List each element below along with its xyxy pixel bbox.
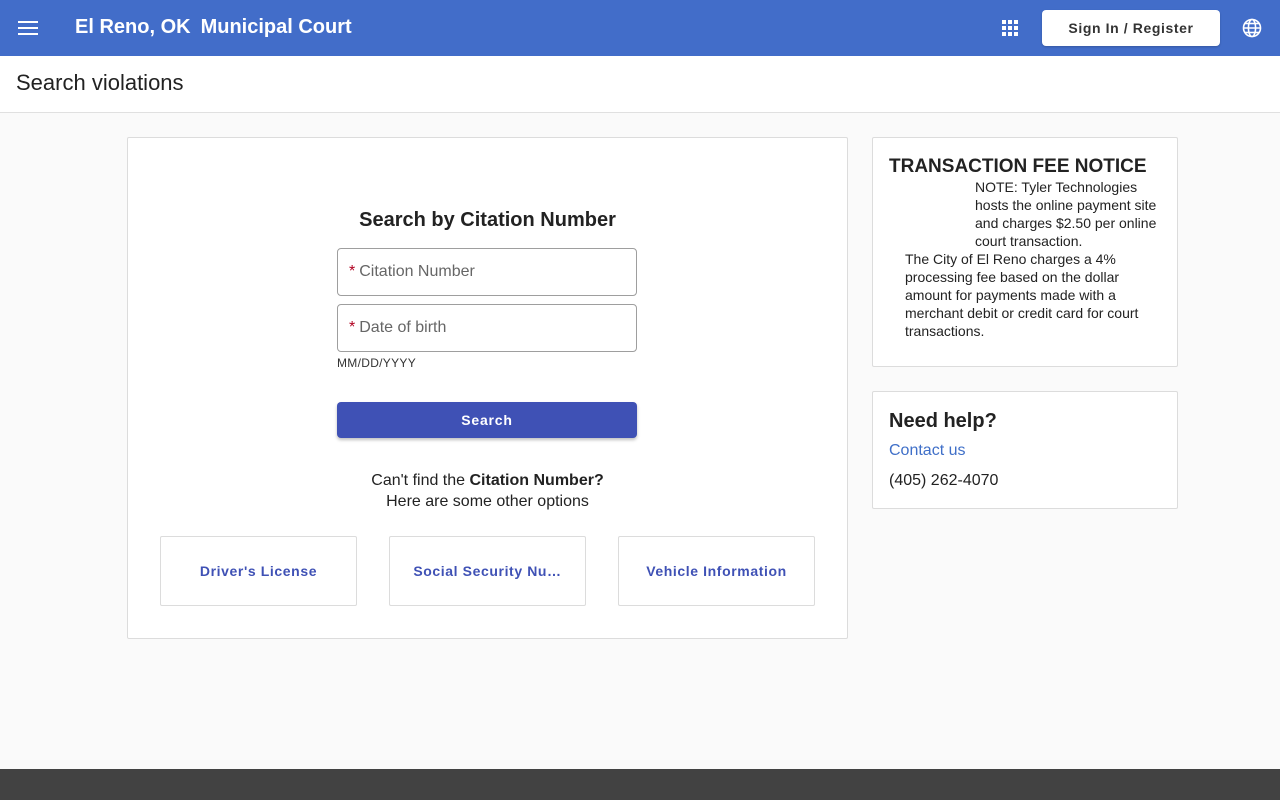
citation-number-field[interactable]: * Citation Number <box>337 248 637 296</box>
page-footer <box>0 769 1280 800</box>
date-of-birth-field[interactable]: * Date of birth <box>337 304 637 352</box>
cant-find-prefix: Can't find the <box>371 472 470 489</box>
option-label: Driver's License <box>199 563 318 579</box>
hamburger-menu-icon[interactable] <box>12 12 44 44</box>
drivers-license-option[interactable]: Driver's License <box>160 536 357 606</box>
app-bar: El Reno, OK Municipal Court Sign In / Reg… <box>0 0 1280 56</box>
option-label: Vehicle Information <box>646 563 787 579</box>
page-title: Search violations <box>16 70 184 95</box>
cant-find-bold: Citation Number? <box>469 472 604 489</box>
help-title: Need help? <box>889 410 997 432</box>
other-options-text: Can't find the Citation Number? Here are… <box>128 470 847 512</box>
court-name: Municipal Court <box>200 16 352 38</box>
globe-icon[interactable] <box>1236 12 1268 44</box>
transaction-fee-notice-card: TRANSACTION FEE NOTICE NOTE: Tyler Techn… <box>872 137 1178 367</box>
citation-search-card: Search by Citation Number * Citation Num… <box>127 137 848 639</box>
option-label: Social Security Nu… <box>413 563 562 579</box>
social-security-number-option[interactable]: Social Security Nu… <box>389 536 586 606</box>
apps-grid-icon[interactable] <box>994 12 1026 44</box>
date-format-hint: MM/DD/YYYY <box>337 356 417 370</box>
date-of-birth-placeholder: Date of birth <box>359 319 447 336</box>
city-name: El Reno, OK <box>75 16 191 38</box>
other-options-label: Here are some other options <box>386 493 589 510</box>
citation-number-placeholder: Citation Number <box>359 263 475 280</box>
page-header: Search violations <box>0 56 1280 113</box>
sign-in-register-button[interactable]: Sign In / Register <box>1042 10 1220 46</box>
vehicle-information-option[interactable]: Vehicle Information <box>618 536 815 606</box>
help-phone-number: (405) 262-4070 <box>889 472 999 489</box>
fee-notice-title: TRANSACTION FEE NOTICE <box>889 156 1147 177</box>
fee-notice-note: NOTE: Tyler Technologies hosts the onlin… <box>975 179 1157 249</box>
search-heading: Search by Citation Number <box>359 209 616 231</box>
contact-us-link[interactable]: Contact us <box>889 442 965 460</box>
need-help-card: Need help? Contact us (405) 262-4070 <box>872 391 1178 509</box>
required-asterisk: * <box>349 319 356 336</box>
required-asterisk: * <box>349 263 356 280</box>
app-title[interactable]: El Reno, OK Municipal Court <box>75 16 352 39</box>
search-button[interactable]: Search <box>337 402 637 438</box>
fee-notice-body: The City of El Reno charges a 4% process… <box>905 251 1139 339</box>
